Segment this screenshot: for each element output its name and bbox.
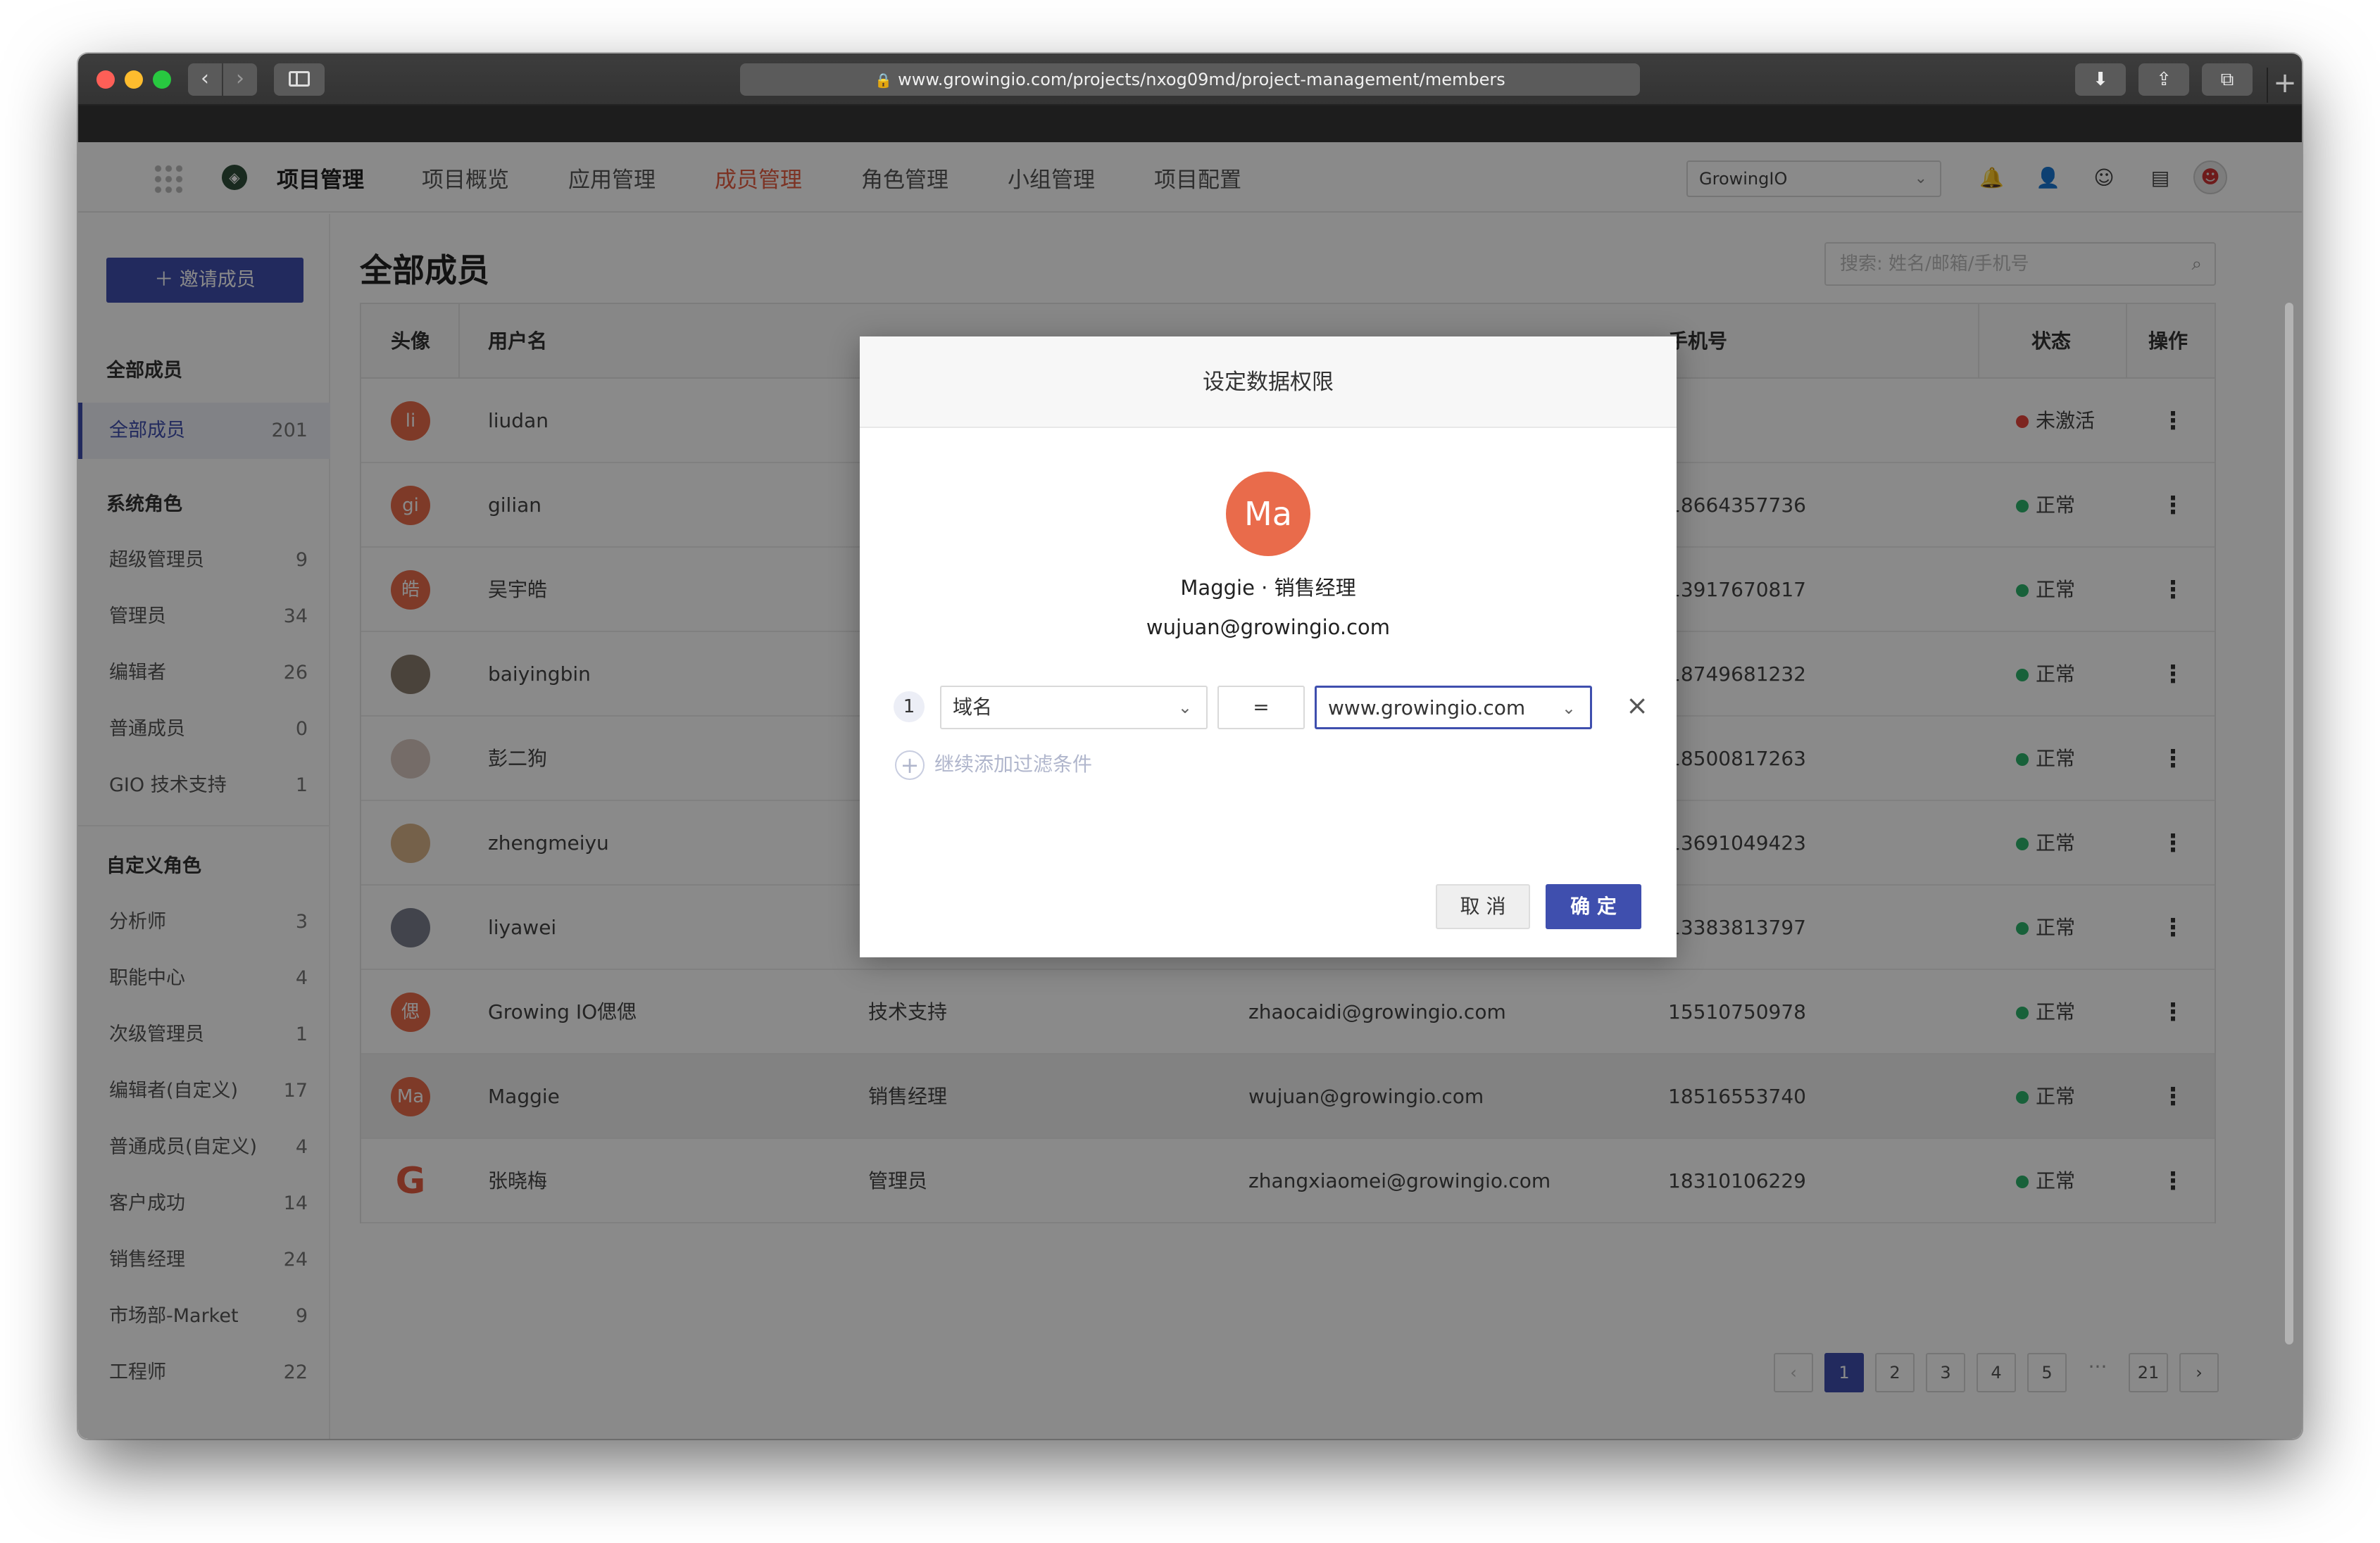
zoom-window-button[interactable]: [153, 70, 171, 89]
lock-icon: 🔒: [875, 72, 893, 89]
download-icon[interactable]: ⬇: [2075, 63, 2126, 96]
condition-value-select[interactable]: www.growingio.com ⌄: [1315, 686, 1592, 729]
plus-icon: +: [895, 750, 925, 780]
condition-field-value: 域名: [953, 695, 993, 719]
add-condition-button[interactable]: + 继续添加过滤条件: [895, 749, 1092, 780]
forward-icon[interactable]: ›: [223, 63, 257, 96]
url-text: www.growingio.com/projects/nxog09md/proj…: [898, 70, 1505, 89]
share-icon[interactable]: ⇪: [2138, 63, 2189, 96]
condition-operator[interactable]: =: [1217, 686, 1305, 729]
scrollbar[interactable]: [2285, 303, 2293, 1344]
member-email: wujuan@growingio.com: [1146, 615, 1391, 639]
cancel-button[interactable]: 取 消: [1436, 884, 1530, 929]
dialog-title: 设定数据权限: [860, 336, 1677, 428]
address-bar[interactable]: 🔒 www.growingio.com/projects/nxog09md/pro…: [740, 63, 1640, 96]
avatar: Ma: [1226, 472, 1310, 556]
member-name-role: Maggie · 销售经理: [1180, 576, 1356, 600]
chevron-down-icon: ⌄: [1177, 698, 1192, 717]
close-window-button[interactable]: [96, 70, 115, 89]
data-permission-dialog: 设定数据权限 Ma Maggie · 销售经理 wujuan@growingio…: [860, 336, 1677, 957]
chevron-down-icon: ⌄: [1561, 698, 1576, 718]
close-icon[interactable]: ×: [1622, 690, 1653, 721]
title-bar: ‹ › 🔒 www.growingio.com/projects/nxog09md…: [78, 53, 2302, 106]
tabs-overview-icon[interactable]: ⧉: [2202, 63, 2253, 96]
back-icon[interactable]: ‹: [188, 63, 222, 96]
browser-window: ‹ › 🔒 www.growingio.com/projects/nxog09md…: [78, 53, 2302, 1439]
condition-field-select[interactable]: 域名 ⌄: [940, 686, 1208, 729]
new-tab-icon[interactable]: +: [2267, 68, 2302, 103]
condition-value: www.growingio.com: [1328, 696, 1526, 719]
minimize-window-button[interactable]: [125, 70, 143, 89]
sidebar-toggle-icon[interactable]: [274, 63, 325, 96]
toolbar-strip: [78, 106, 2302, 142]
condition-index: 1: [894, 691, 925, 722]
confirm-button[interactable]: 确 定: [1546, 884, 1641, 929]
add-condition-label: 继续添加过滤条件: [934, 752, 1093, 776]
